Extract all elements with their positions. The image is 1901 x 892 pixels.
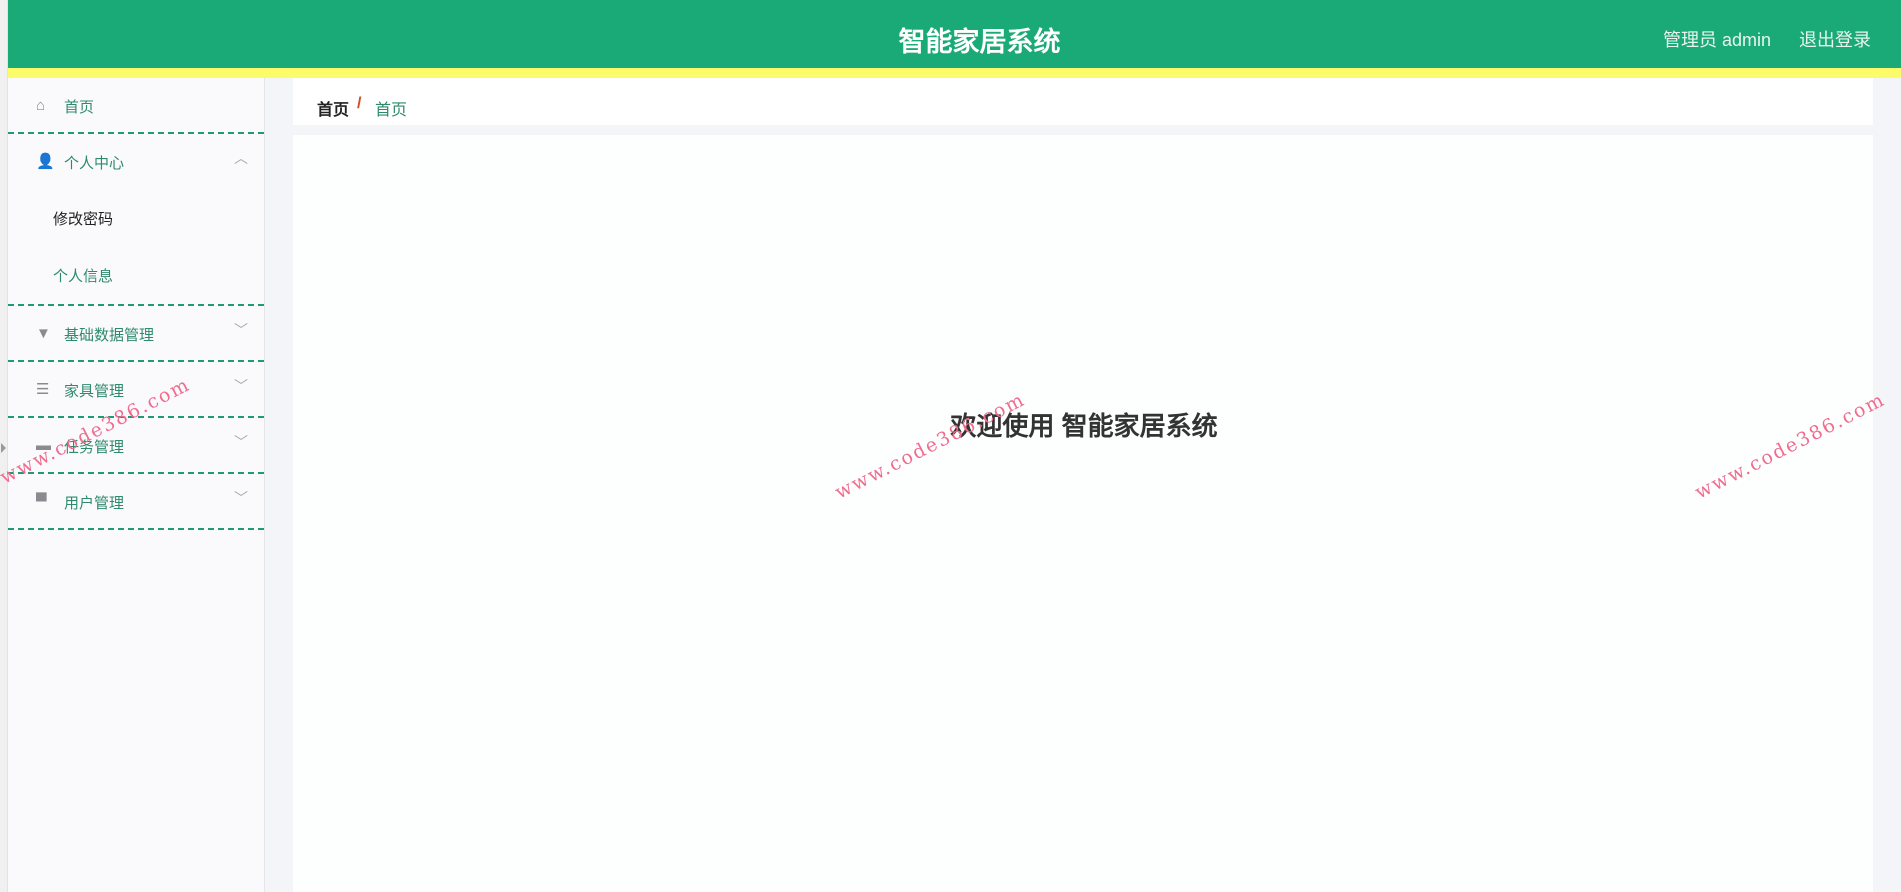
breadcrumb-root[interactable]: 首页 xyxy=(317,96,349,120)
logout-button[interactable]: 退出登录 xyxy=(1799,26,1871,52)
home-icon: ⌂ xyxy=(36,97,46,114)
sidebar-item-label: 任务管理 xyxy=(64,439,125,456)
chevron-down-icon: ﹀ xyxy=(234,322,248,338)
sidebar-item-personal-center[interactable]: 👤 个人中心 ︿ xyxy=(8,134,264,190)
breadcrumb: 首页 / 首页 xyxy=(293,78,1873,125)
header: 智能家居系统 管理员 admin 退出登录 xyxy=(8,0,1901,68)
sidebar-item-basic-data[interactable]: ▼ 基础数据管理 ﹀ xyxy=(8,306,264,362)
briefcase-icon: ▬ xyxy=(36,437,51,454)
welcome-text: 欢迎使用 智能家居系统 xyxy=(950,411,1218,441)
sidebar-item-label: 家具管理 xyxy=(64,383,125,400)
chevron-down-icon: ﹀ xyxy=(234,490,248,506)
chevron-up-icon: ︿ xyxy=(234,150,248,166)
submenu-label: 个人信息 xyxy=(53,268,114,285)
app-title: 智能家居系统 xyxy=(898,27,1061,57)
brush-icon: ▼ xyxy=(36,325,51,342)
breadcrumb-current: 首页 xyxy=(375,102,408,119)
breadcrumb-separator: / xyxy=(357,95,362,112)
submenu-item-change-password[interactable]: 修改密码 xyxy=(8,190,264,247)
submenu-item-personal-info[interactable]: 个人信息 xyxy=(8,247,264,304)
header-accent-bar xyxy=(8,68,1901,78)
current-user: 管理员 admin xyxy=(1662,30,1771,50)
chevron-down-icon: ﹀ xyxy=(234,378,248,394)
chevron-down-icon: ﹀ xyxy=(234,434,248,450)
sidebar: ⌂ 首页 👤 个人中心 ︿ 修改密码 个人信息 ▼ 基础数据管理 ﹀ ☰ 家具管… xyxy=(8,78,265,892)
sidebar-item-label: 首页 xyxy=(64,99,95,116)
expand-handle-icon[interactable] xyxy=(1,443,6,453)
sidebar-group-personal: 👤 个人中心 ︿ 修改密码 个人信息 xyxy=(8,134,264,306)
sidebar-item-furniture[interactable]: ☰ 家具管理 ﹀ xyxy=(8,362,264,418)
main-content: 欢迎使用 智能家居系统 xyxy=(293,135,1873,892)
sidebar-item-label: 个人中心 xyxy=(64,155,125,172)
submenu-label: 修改密码 xyxy=(53,211,114,228)
sidebar-item-users[interactable]: ▀ 用户管理 ﹀ xyxy=(8,474,264,530)
shop-icon: ▀ xyxy=(36,493,47,510)
user-icon: 👤 xyxy=(36,153,55,170)
sidebar-item-label: 基础数据管理 xyxy=(64,327,155,344)
sidebar-item-label: 用户管理 xyxy=(64,495,125,512)
sidebar-item-home[interactable]: ⌂ 首页 xyxy=(8,78,264,134)
list-icon: ☰ xyxy=(36,381,50,398)
sidebar-item-tasks[interactable]: ▬ 任务管理 ﹀ xyxy=(8,418,264,474)
